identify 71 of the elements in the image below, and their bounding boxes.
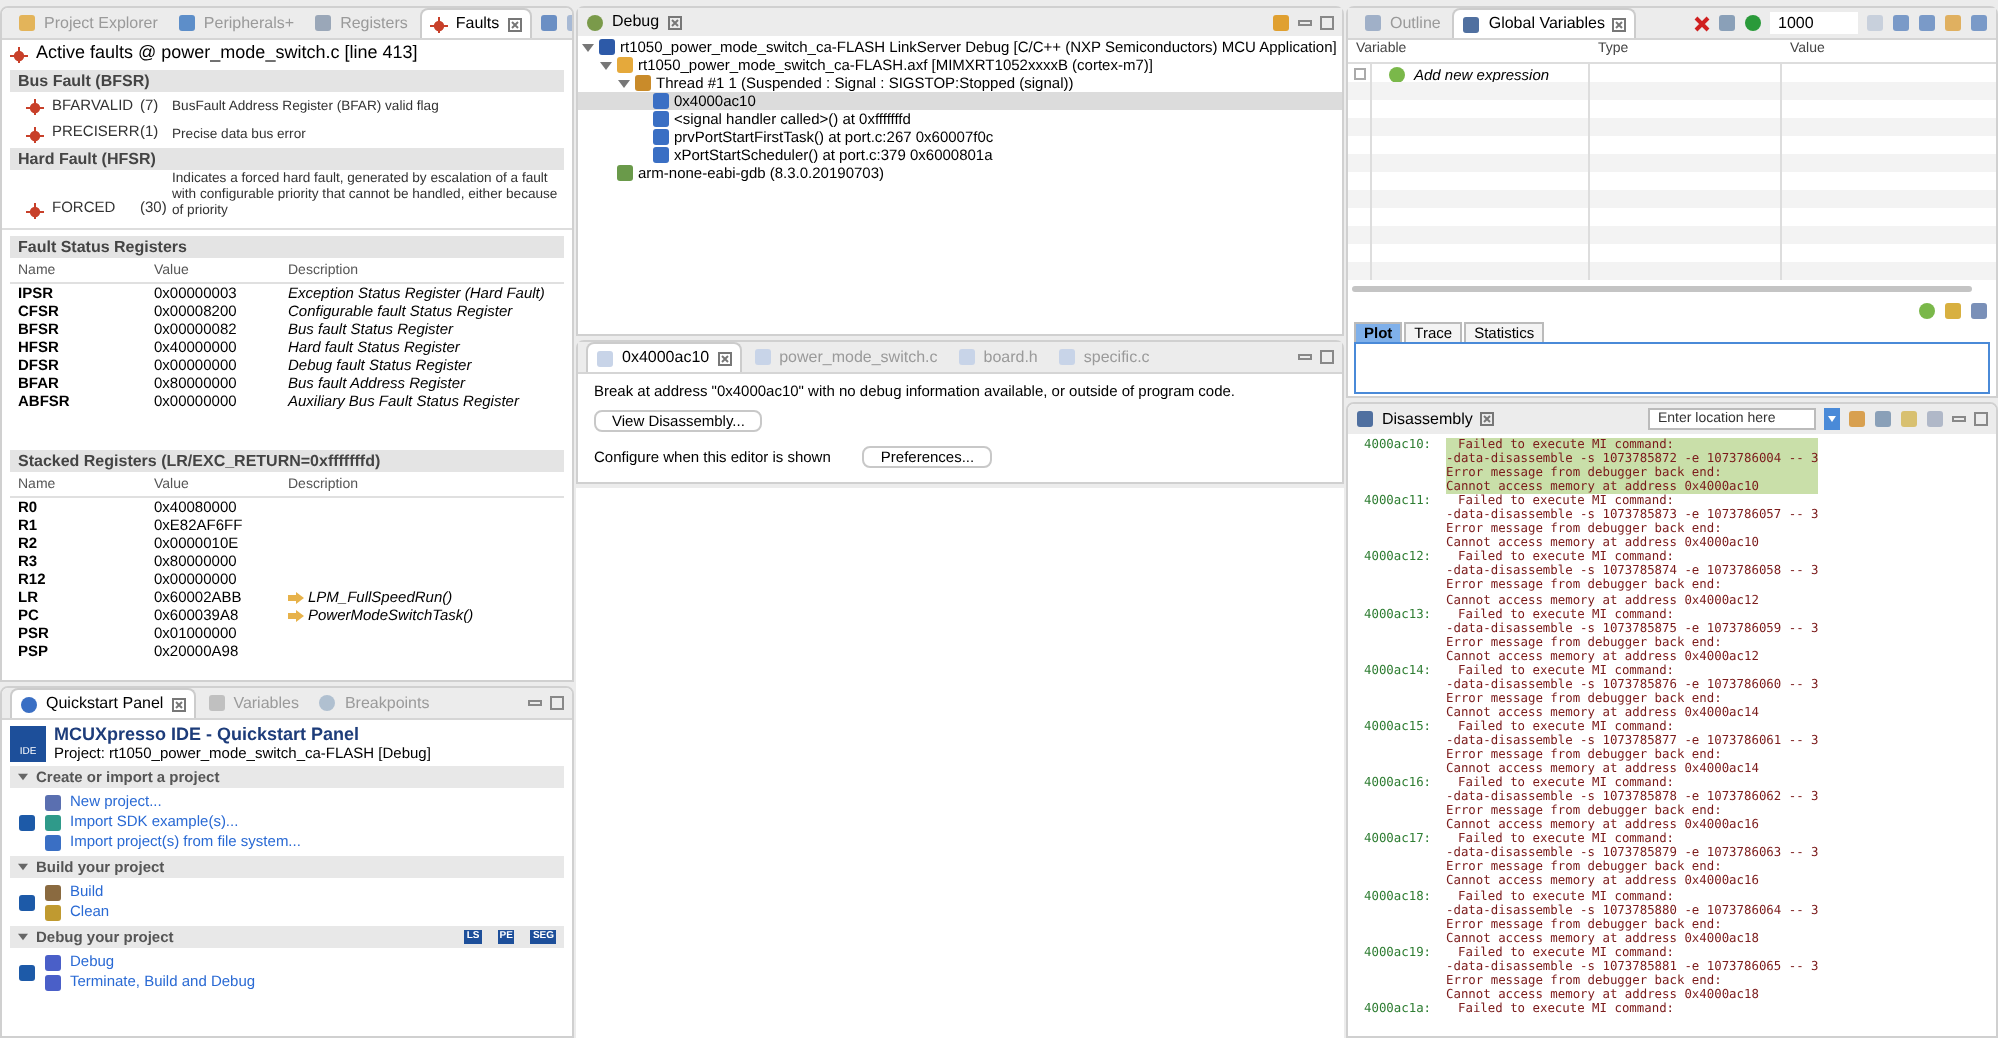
faults-title: Active faults @ power_mode_switch.c [line 413]: [36, 40, 418, 67]
refresh-interval-field[interactable]: 1000: [1770, 12, 1858, 34]
close-icon[interactable]: [507, 17, 522, 31]
expand-arrow-icon[interactable]: [18, 772, 28, 782]
view-tab[interactable]: Quickstart Panel: [10, 688, 196, 718]
view-tab[interactable]: 0x4000ac10: [586, 342, 742, 372]
minimize-icon[interactable]: [1952, 412, 1966, 426]
fault-icon: [26, 201, 44, 219]
expand-arrow-icon[interactable]: [18, 862, 28, 872]
close-icon[interactable]: [1612, 17, 1627, 31]
dropdown-icon[interactable]: [1824, 408, 1840, 430]
quickstart-icon: [20, 695, 38, 713]
maximize-icon[interactable]: [1320, 15, 1334, 29]
close-icon[interactable]: [1694, 15, 1710, 31]
debug-icon: [586, 13, 604, 31]
disassembly-icon: [1356, 410, 1374, 428]
pause-icon[interactable]: [1944, 301, 1962, 319]
minimize-icon[interactable]: [1298, 350, 1312, 364]
close-icon[interactable]: [667, 15, 682, 29]
file-icon: [957, 348, 976, 366]
save-icon[interactable]: [1970, 301, 1988, 319]
bug-icon: [429, 15, 448, 33]
horizontal-scrollbar[interactable]: [1352, 285, 1972, 291]
breakpoints-icon: [318, 694, 337, 712]
minimize-icon[interactable]: [1298, 15, 1312, 29]
add-icon: [1388, 65, 1406, 84]
thread-icon: [634, 74, 652, 92]
maximize-icon[interactable]: [550, 696, 564, 710]
variables-icon: [1462, 15, 1481, 33]
fault-icon: [26, 98, 44, 117]
section-icon: [18, 963, 36, 981]
play-icon[interactable]: [1918, 301, 1936, 319]
view-tab[interactable]: Disassembly: [1382, 407, 1473, 431]
outline-icon: [1364, 14, 1382, 32]
close-icon[interactable]: [1480, 412, 1495, 426]
section-icon: [18, 893, 36, 911]
target-icon: [616, 56, 634, 74]
section-icon: [18, 813, 36, 831]
expand-arrow-icon[interactable]: [600, 59, 612, 71]
section-header: Stacked Registers (LR/EXC_RETURN=0xfffffffd): [10, 449, 564, 471]
quickstart-title: MCUXpresso IDE - Quickstart Panel: [54, 724, 362, 744]
peripherals-icon: [177, 14, 196, 32]
file-icon: [1057, 348, 1076, 366]
view-tab[interactable]: Debug: [612, 10, 660, 34]
checkbox[interactable]: [1353, 68, 1365, 81]
fault-group-header: Hard Fault (HFSR): [10, 147, 564, 169]
process-icon: [616, 164, 634, 182]
folder-icon: [18, 14, 36, 32]
expand-arrow-icon[interactable]: [18, 932, 28, 942]
minimize-icon[interactable]: [528, 696, 542, 710]
expand-arrow-icon[interactable]: [582, 41, 594, 53]
file-icon: [753, 348, 772, 366]
toolbar-icon[interactable]: [1272, 13, 1290, 31]
launch-icon: [598, 38, 616, 56]
maximize-icon[interactable]: [1974, 412, 1988, 426]
variables-icon: [207, 694, 226, 712]
fault-icon: [26, 125, 44, 143]
toolbar-icon[interactable]: [1718, 14, 1736, 32]
view-tab[interactable]: Faults: [419, 8, 532, 38]
registers-icon: [314, 14, 333, 32]
view-tab[interactable]: Global Variables: [1452, 8, 1637, 38]
run-icon[interactable]: [1744, 14, 1762, 32]
expand-arrow-icon[interactable]: [618, 77, 630, 89]
toolbar-icon[interactable]: [1848, 410, 1866, 428]
close-icon[interactable]: [171, 697, 186, 711]
close-icon[interactable]: [717, 351, 732, 365]
fault-icon: [10, 45, 28, 63]
maximize-icon[interactable]: [1320, 350, 1334, 364]
file-icon: [596, 349, 614, 367]
section-header: Fault Status Registers: [10, 235, 564, 257]
fault-group-header: Bus Fault (BFSR): [10, 70, 564, 92]
